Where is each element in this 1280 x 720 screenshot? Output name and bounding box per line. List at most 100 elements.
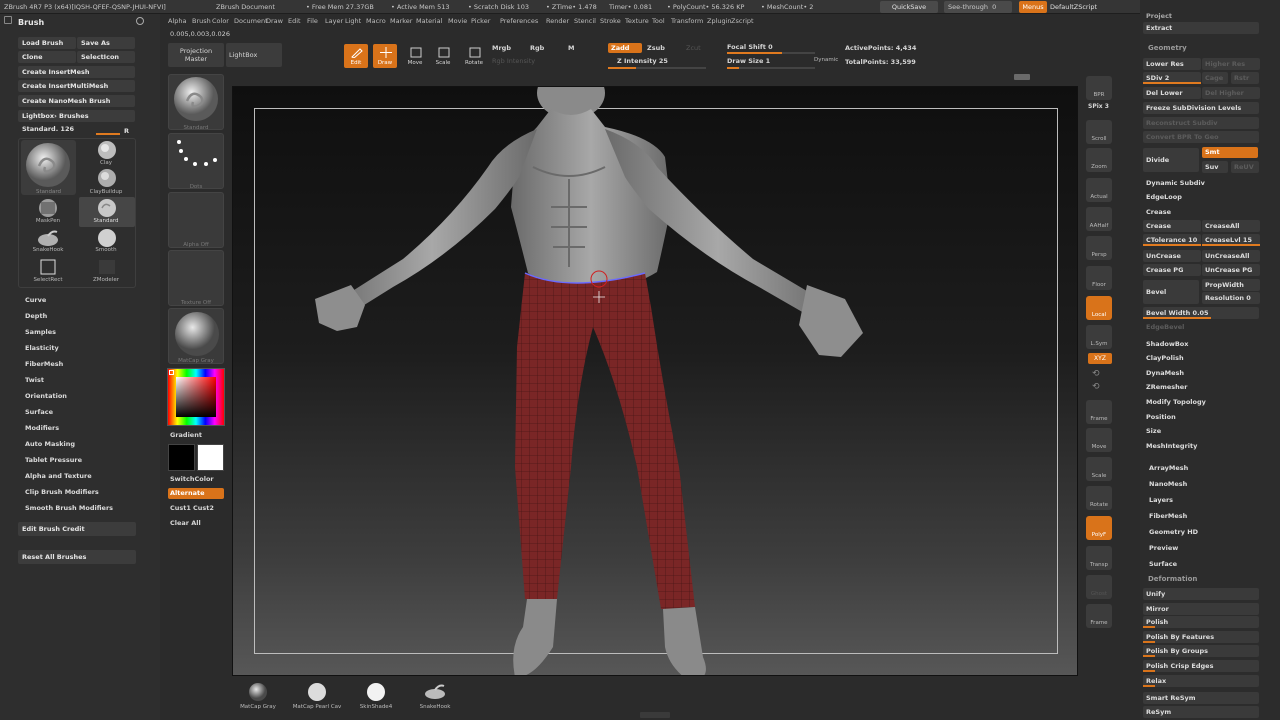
subpalette-elasticity[interactable]: Elasticity (25, 344, 59, 352)
crease-header[interactable]: Crease (1143, 206, 1171, 218)
deformation-header[interactable]: Deformation (1148, 575, 1197, 583)
canvas-viewport[interactable] (232, 86, 1078, 676)
secondary-color-swatch[interactable] (168, 444, 195, 471)
menus-button[interactable]: Menus (1019, 1, 1047, 13)
move-mode-button[interactable]: Move (404, 44, 426, 68)
create-insertmultimesh-button[interactable]: Create InsertMultiMesh (18, 80, 135, 92)
polish-crisp-edges-slider[interactable]: Polish Crisp Edges (1143, 660, 1259, 672)
rotate-mode-button[interactable]: Rotate (462, 44, 486, 68)
alpha-thumbnail[interactable] (168, 192, 224, 248)
mirror-button[interactable]: Mirror (1143, 603, 1259, 615)
subpalette-depth[interactable]: Depth (25, 312, 47, 320)
menu-item[interactable]: Macro (366, 17, 386, 25)
polish-slider[interactable]: Polish (1143, 616, 1259, 628)
floor-button[interactable]: Floor (1086, 266, 1112, 290)
alternate-toggle[interactable]: Alternate (168, 488, 224, 499)
menu-item[interactable]: Stencil (574, 17, 596, 25)
menu-item[interactable]: Transform (671, 17, 703, 25)
draw-size-slider[interactable]: Draw Size 1 (727, 57, 770, 65)
zsub-button[interactable]: Zsub (647, 44, 665, 52)
color-picker[interactable] (167, 368, 225, 426)
smart-resym-button[interactable]: Smart ReSym (1143, 692, 1259, 704)
subpalette-fibermesh[interactable]: FiberMesh (25, 360, 63, 368)
menu-item[interactable]: Layer (325, 17, 343, 25)
material-thumbnail[interactable] (168, 308, 224, 364)
cust1-button[interactable]: Cust1 (170, 504, 191, 512)
scale-mode-button[interactable]: Scale (432, 44, 454, 68)
clear-all-button[interactable]: Clear All (170, 519, 201, 527)
extract-button[interactable]: Extract (1143, 22, 1259, 34)
viewport-scroll-handle[interactable] (1014, 74, 1030, 80)
dynamesh-section[interactable]: DynaMesh (1143, 367, 1184, 379)
bottom-shelf-toggle[interactable] (640, 712, 670, 718)
geometry-hd-palette[interactable]: Geometry HD (1146, 526, 1198, 538)
cage-button[interactable]: Cage (1202, 72, 1228, 84)
model-figure[interactable] (233, 87, 1078, 676)
rgb-button[interactable]: Rgb (530, 44, 544, 52)
position-section[interactable]: Position (1143, 411, 1176, 423)
relax-slider[interactable]: Relax (1143, 675, 1259, 687)
polyf-button[interactable]: PolyF (1086, 516, 1112, 540)
default-zscript[interactable]: DefaultZScript (1050, 3, 1097, 11)
fibermesh-palette[interactable]: FiberMesh (1146, 510, 1187, 522)
subpalette-clip-brush-modifiers[interactable]: Clip Brush Modifiers (25, 488, 99, 496)
bpr-button[interactable]: BPR (1086, 76, 1112, 100)
lightbox-button[interactable]: LightBox (226, 43, 282, 67)
quicksave-button[interactable]: QuickSave (880, 1, 938, 13)
menu-item[interactable]: Zplugin (707, 17, 732, 25)
surface-palette[interactable]: Surface (1146, 558, 1177, 570)
size-section[interactable]: Size (1143, 425, 1161, 437)
projection-master-button[interactable]: Projection Master (168, 43, 224, 67)
convert-bpr-button[interactable]: Convert BPR To Geo (1143, 131, 1259, 143)
bevel-button[interactable]: Bevel (1143, 280, 1199, 304)
zremesher-section[interactable]: ZRemesher (1143, 381, 1187, 393)
del-higher-button[interactable]: Del Higher (1202, 87, 1260, 99)
preview-palette[interactable]: Preview (1146, 542, 1178, 554)
subpalette-curve[interactable]: Curve (25, 296, 46, 304)
lower-res-button[interactable]: Lower Res (1143, 58, 1201, 70)
z-intensity-slider[interactable]: Z Intensity 25 (617, 57, 668, 65)
lsym-button[interactable]: L.Sym (1086, 325, 1112, 349)
layers-palette[interactable]: Layers (1146, 494, 1173, 506)
menu-item[interactable]: File (307, 17, 318, 25)
menu-item[interactable]: Draw (266, 17, 283, 25)
select-icon-button[interactable]: SelectIcon (77, 51, 135, 63)
subpalette-twist[interactable]: Twist (25, 376, 44, 384)
edgeloop-button[interactable]: EdgeLoop (1143, 191, 1182, 203)
menu-item[interactable]: Zscript (731, 17, 754, 25)
subpalette-smooth-brush-modifiers[interactable]: Smooth Brush Modifiers (25, 504, 113, 512)
crease-pg-button[interactable]: Crease PG (1143, 264, 1201, 276)
menu-item[interactable]: Texture (625, 17, 649, 25)
uncrease-button[interactable]: UnCrease (1143, 250, 1201, 262)
menu-item[interactable]: Color (212, 17, 229, 25)
reuv-button[interactable]: ReUV (1231, 161, 1259, 173)
divide-button[interactable]: Divide (1143, 148, 1199, 172)
persp-button[interactable]: Persp (1086, 236, 1112, 260)
resym-button[interactable]: ReSym (1143, 706, 1259, 718)
menu-item[interactable]: Edit (288, 17, 301, 25)
subpalette-auto-masking[interactable]: Auto Masking (25, 440, 75, 448)
load-brush-button[interactable]: Load Brush (18, 37, 76, 49)
zoom-button[interactable]: Zoom (1086, 148, 1112, 172)
sym-y-icon[interactable]: ⟲ (1092, 369, 1100, 379)
reconstruct-subdiv-button[interactable]: Reconstruct Subdiv (1143, 117, 1259, 129)
subpalette-samples[interactable]: Samples (25, 328, 56, 336)
menu-item[interactable]: Document (234, 17, 268, 25)
reset-all-brushes-button[interactable]: Reset All Brushes (18, 550, 136, 564)
menu-item[interactable]: Movie (448, 17, 467, 25)
claypolish-section[interactable]: ClayPolish (1143, 352, 1184, 364)
save-as-button[interactable]: Save As (77, 37, 135, 49)
polish-by-features-slider[interactable]: Polish By Features (1143, 631, 1259, 643)
lightbox-brushes-button[interactable]: Lightbox› Brushes (18, 110, 135, 122)
crease-button[interactable]: Crease (1143, 220, 1201, 232)
meshintegrity-section[interactable]: MeshIntegrity (1143, 440, 1197, 452)
geometry-header[interactable]: Geometry (1148, 44, 1187, 52)
create-nanomesh-brush-button[interactable]: Create NanoMesh Brush (18, 95, 135, 107)
subpalette-modifiers[interactable]: Modifiers (25, 424, 59, 432)
unify-button[interactable]: Unify (1143, 588, 1259, 600)
skinshade4-material[interactable]: SkinShade4 (348, 682, 404, 712)
xyz-button[interactable]: XYZ (1088, 353, 1112, 364)
sym-z-icon[interactable]: ⟲ (1092, 382, 1100, 392)
menu-item[interactable]: Render (546, 17, 569, 25)
menu-item[interactable]: Alpha (168, 17, 186, 25)
